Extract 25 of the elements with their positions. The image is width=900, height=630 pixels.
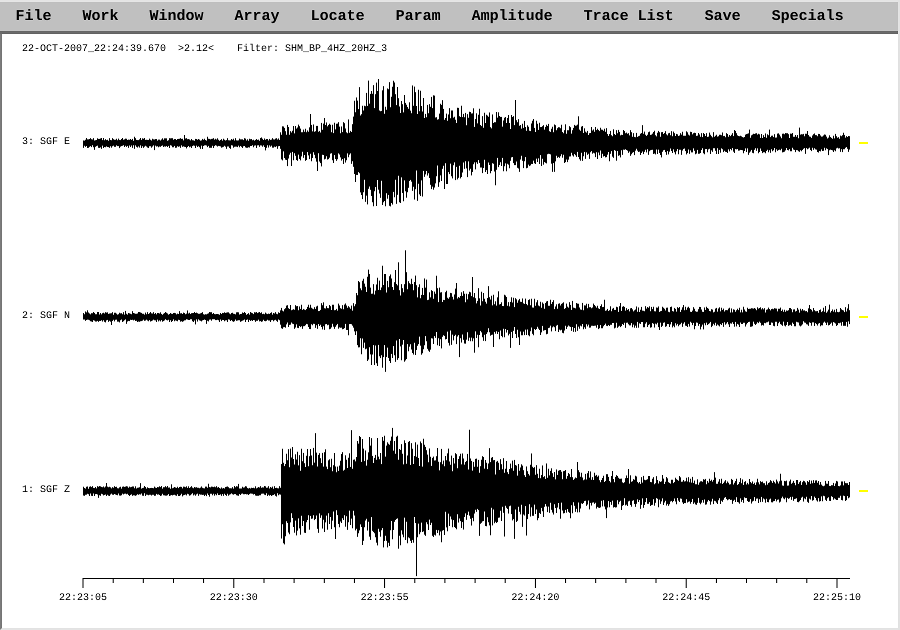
marker-icon: [859, 490, 868, 492]
menu-item[interactable]: File: [0, 2, 68, 31]
menu-item[interactable]: Window: [134, 2, 220, 31]
timestamp: 22-OCT-2007_22:24:39.670: [22, 44, 166, 56]
axis-label: 22:25:10: [813, 593, 861, 604]
marker-icon: [859, 316, 868, 318]
filter-label: Filter: SHM_BP_4HZ_20HZ_3: [237, 44, 388, 56]
menu-item[interactable]: Trace List: [568, 2, 690, 31]
menu-item[interactable]: Specials: [756, 2, 860, 31]
menu-item[interactable]: Locate: [295, 2, 380, 31]
marker-icon: [859, 142, 868, 144]
menu-item[interactable]: Array: [219, 2, 296, 31]
axis-label: 22:24:45: [662, 593, 710, 604]
axis-label: 22:23:30: [210, 593, 258, 604]
menu-item[interactable]: Work: [67, 2, 134, 31]
axis-label: 22:24:20: [511, 593, 560, 604]
axis-label: 22:23:05: [59, 593, 107, 604]
trace-label: 3: SGF E: [22, 137, 72, 149]
menu-item[interactable]: Save: [689, 2, 756, 31]
trace-label: 2: SGF N: [22, 311, 72, 323]
menu-item[interactable]: Amplitude: [456, 2, 568, 31]
trace-label: 1: SGF Z: [22, 485, 72, 497]
axis-label: 22:23:55: [360, 593, 409, 604]
amplitude-scale: >2.12<: [178, 44, 214, 56]
menu-item[interactable]: Param: [380, 2, 456, 31]
